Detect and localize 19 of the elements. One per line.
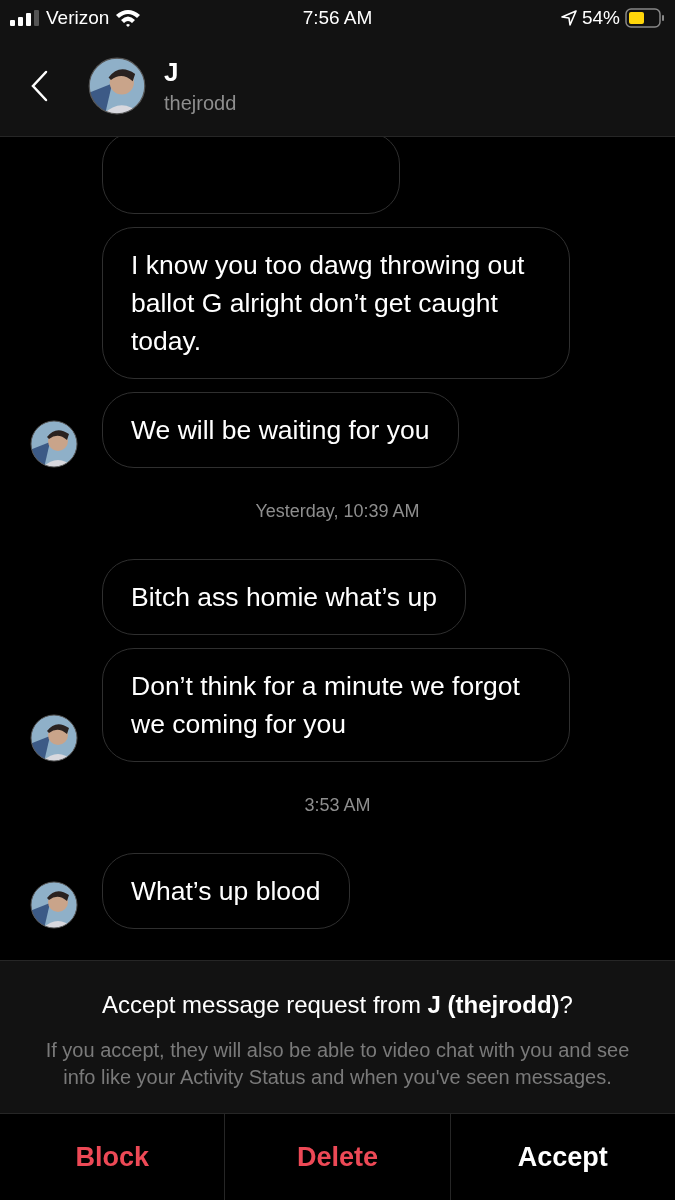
back-icon[interactable] <box>30 70 48 102</box>
carrier-name: Verizon <box>46 7 110 29</box>
message-bubble: What’s up blood <box>102 853 350 929</box>
battery-percent: 54% <box>581 7 620 29</box>
clock-time: 7:56 AM <box>302 7 373 28</box>
location-arrow-icon <box>560 10 577 26</box>
timestamp: Yesterday, 10:39 AM <box>255 501 420 521</box>
signal-icon <box>10 10 40 26</box>
timestamp: 3:53 AM <box>304 795 371 815</box>
message-bubble: I know you too dawg throwing out ballot G alright don’t get caught today. <box>102 227 570 379</box>
battery-icon <box>625 8 665 28</box>
contact-username: thejrodd <box>164 92 237 115</box>
contact-name: J <box>164 57 180 88</box>
wifi-icon <box>115 9 142 27</box>
message-bubble: We will be waiting for you <box>102 392 459 468</box>
request-title: Accept message request from J (thejrodd)? <box>102 991 573 1019</box>
message-bubble: Bitch ass homie what’s up <box>102 559 466 635</box>
message-bubble: Don’t think for a minute we forgot we coming for you <box>102 648 570 762</box>
request-description: If you accept, they will also be able to video chat with you and see info like your Activity Status and when you've seen messages. <box>44 1038 631 1090</box>
